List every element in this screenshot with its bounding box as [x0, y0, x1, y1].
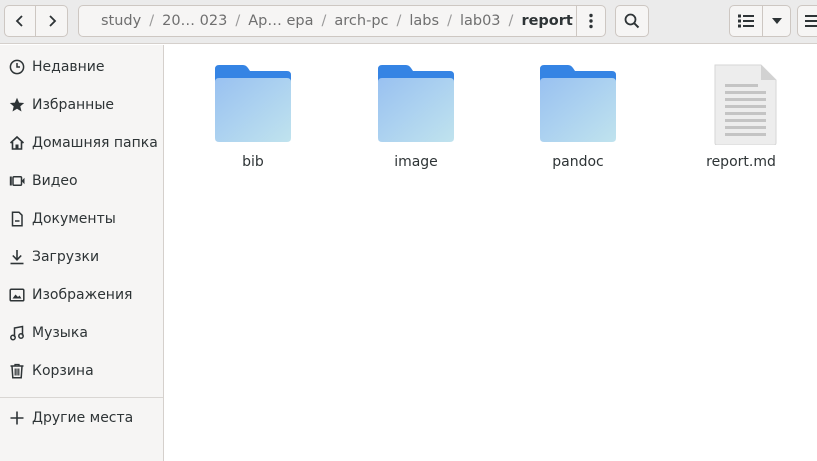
breadcrumb-year[interactable]: 20… 023 — [154, 13, 235, 29]
document-icon — [8, 211, 25, 228]
file-item-report-md[interactable]: report.md — [691, 63, 791, 183]
hamburger-menu-icon — [805, 15, 817, 27]
breadcrumb-lab03[interactable]: lab03 — [452, 13, 509, 29]
file-name: pandoc — [552, 154, 604, 170]
image-icon — [8, 287, 25, 304]
sidebar-item-documents[interactable]: Документы — [0, 200, 163, 238]
view-options-button[interactable] — [762, 5, 791, 37]
video-icon — [8, 173, 25, 190]
file-item-image[interactable]: image — [366, 63, 466, 183]
file-name: image — [394, 154, 438, 170]
list-view-button[interactable] — [729, 5, 763, 37]
sidebar-item-label: Документы — [32, 211, 116, 227]
header-bar: study / 20… 023 / Ар… ера / arch-pc / la… — [0, 0, 817, 44]
breadcrumb-course[interactable]: Ар… ера — [240, 13, 321, 29]
sidebar-item-label: Видео — [32, 173, 78, 189]
file-item-bib[interactable]: bib — [203, 63, 303, 183]
sidebar-item-label: Корзина — [32, 363, 94, 379]
path-menu-button[interactable] — [576, 5, 606, 37]
folder-icon — [538, 63, 618, 145]
sidebar-divider — [0, 397, 163, 398]
home-icon — [8, 135, 25, 152]
breadcrumb-study[interactable]: study — [79, 13, 149, 29]
sidebar-item-other-locations[interactable]: Другие места — [0, 399, 163, 437]
view-more-icon — [588, 13, 594, 29]
chevron-left-icon — [13, 14, 27, 28]
chevron-down-icon — [771, 17, 783, 25]
plus-icon — [8, 410, 25, 427]
sidebar: Недавние Избранные Домашняя папка Видео … — [0, 45, 164, 461]
folder-icon — [213, 63, 293, 145]
music-icon — [8, 325, 25, 342]
file-item-pandoc[interactable]: pandoc — [528, 63, 628, 183]
sidebar-item-starred[interactable]: Избранные — [0, 86, 163, 124]
sidebar-item-pictures[interactable]: Изображения — [0, 276, 163, 314]
sidebar-item-label: Избранные — [32, 97, 114, 113]
download-icon — [8, 249, 25, 266]
sidebar-item-recent[interactable]: Недавние — [0, 48, 163, 86]
sidebar-item-label: Изображения — [32, 287, 133, 303]
recent-icon — [8, 59, 25, 76]
breadcrumb-arch-pc[interactable]: arch-pc — [326, 13, 396, 29]
sidebar-item-home[interactable]: Домашняя папка — [0, 124, 163, 162]
search-button[interactable] — [615, 5, 649, 37]
text-document-icon — [701, 63, 781, 146]
sidebar-item-videos[interactable]: Видео — [0, 162, 163, 200]
sidebar-item-label: Домашняя папка — [32, 135, 158, 151]
path-bar: study / 20… 023 / Ар… ера / arch-pc / la… — [78, 5, 576, 37]
star-icon — [8, 97, 25, 114]
sidebar-item-label: Музыка — [32, 325, 88, 341]
trash-icon — [8, 363, 25, 380]
list-view-icon — [738, 14, 754, 28]
sidebar-item-trash[interactable]: Корзина — [0, 352, 163, 390]
file-name: report.md — [706, 154, 776, 170]
breadcrumb-report[interactable]: report — [513, 13, 576, 29]
sidebar-item-label: Загрузки — [32, 249, 100, 265]
sidebar-item-music[interactable]: Музыка — [0, 314, 163, 352]
sidebar-item-label: Недавние — [32, 59, 105, 75]
file-name: bib — [242, 154, 264, 170]
search-icon — [624, 13, 640, 29]
chevron-right-icon — [45, 14, 59, 28]
back-button[interactable] — [4, 5, 36, 37]
breadcrumb-labs[interactable]: labs — [401, 13, 447, 29]
sidebar-item-downloads[interactable]: Загрузки — [0, 238, 163, 276]
forward-button[interactable] — [35, 5, 68, 37]
file-view: bib image pandoc report.md — [164, 45, 817, 461]
folder-icon — [376, 63, 456, 145]
sidebar-item-label: Другие места — [32, 410, 134, 426]
main-menu-button[interactable] — [797, 5, 817, 37]
